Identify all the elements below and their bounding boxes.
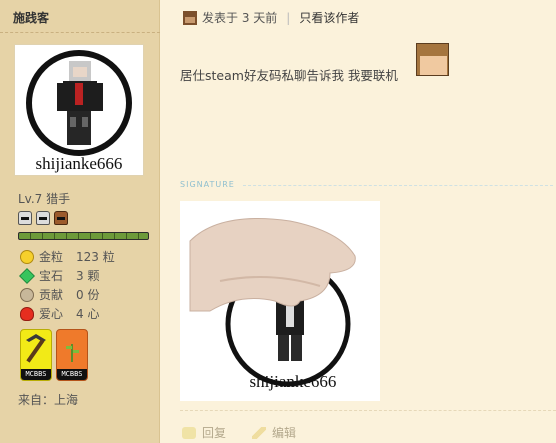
reply-button[interactable]: 回复 xyxy=(202,424,226,441)
stat-gem: 宝石 3 颗 xyxy=(19,266,115,285)
meta-separator: | xyxy=(286,10,291,25)
stat-value: 0 份 xyxy=(76,288,100,302)
pickaxe-icon xyxy=(26,334,46,363)
stat-heart: 爱心 4 心 xyxy=(20,304,115,323)
author-name[interactable]: 施践客 xyxy=(13,9,49,26)
stat-gold: 金粒 123 粒 xyxy=(20,247,115,266)
heart-icon xyxy=(20,306,34,321)
post-meta: 发表于 3 天前 | 只看该作者 xyxy=(183,9,359,26)
signature-caption: shijianke666 xyxy=(250,372,337,391)
medal-label: MCBBS xyxy=(57,369,87,380)
experience-bar xyxy=(18,232,149,240)
signature-image: shijianke666 xyxy=(180,201,380,401)
signature-divider xyxy=(243,185,553,186)
post-content: 居仕steam好友码私聊告诉我 我要联机 xyxy=(180,68,398,83)
posted-time: 发表于 3 天前 xyxy=(202,11,278,25)
iron-helmet-icon xyxy=(36,211,50,225)
user-stats: 金粒 123 粒 宝石 3 颗 贡献 0 份 爱心 4 心 xyxy=(19,247,115,323)
medal-sprout[interactable]: MCBBS xyxy=(56,329,88,381)
level-icons xyxy=(18,211,68,225)
stat-label[interactable]: 宝石 xyxy=(39,267,76,284)
only-author-link[interactable]: 只看该作者 xyxy=(299,9,359,26)
author-sidebar: 施践客 shijianke666 Lv.7 猎手 金粒 123 粒 宝石 3 颗… xyxy=(0,0,160,443)
stat-label[interactable]: 贡献 xyxy=(39,286,76,303)
emerald-icon xyxy=(19,267,35,284)
user-level[interactable]: Lv.7 猎手 xyxy=(18,190,70,207)
signature-label: SIGNATURE xyxy=(180,180,235,189)
divider xyxy=(0,32,160,33)
medals: MCBBS MCBBS xyxy=(20,329,88,381)
leather-helmet-icon xyxy=(54,211,68,225)
stat-label[interactable]: 金粒 xyxy=(39,248,76,265)
footer-divider xyxy=(180,410,556,411)
avatar[interactable]: shijianke666 xyxy=(14,44,144,176)
post-actions: 回复 编辑 xyxy=(182,424,296,441)
signature-graphic: shijianke666 xyxy=(189,218,356,391)
stat-value: 3 颗 xyxy=(76,269,100,283)
stat-label[interactable]: 爱心 xyxy=(39,305,76,322)
avatar-caption: shijianke666 xyxy=(36,154,123,173)
steve-head-icon xyxy=(183,10,197,25)
contribution-icon xyxy=(20,287,34,302)
medal-pickaxe[interactable]: MCBBS xyxy=(20,329,52,381)
stat-contribution: 贡献 0 份 xyxy=(20,285,115,304)
stat-value: 4 心 xyxy=(76,307,100,321)
edit-button[interactable]: 编辑 xyxy=(272,424,296,441)
experience-bar-fill xyxy=(19,233,148,239)
sprout-icon xyxy=(66,344,79,362)
gold-nugget-icon xyxy=(20,249,34,264)
reply-icon xyxy=(182,426,196,439)
avatar-image: shijianke666 xyxy=(26,50,132,173)
face-emoticon-icon xyxy=(416,43,449,76)
iron-helmet-icon xyxy=(18,211,32,225)
edit-icon xyxy=(252,426,267,439)
user-location: 来自：上海 xyxy=(18,393,79,407)
medal-label: MCBBS xyxy=(21,369,51,380)
stat-value: 123 粒 xyxy=(76,250,115,264)
